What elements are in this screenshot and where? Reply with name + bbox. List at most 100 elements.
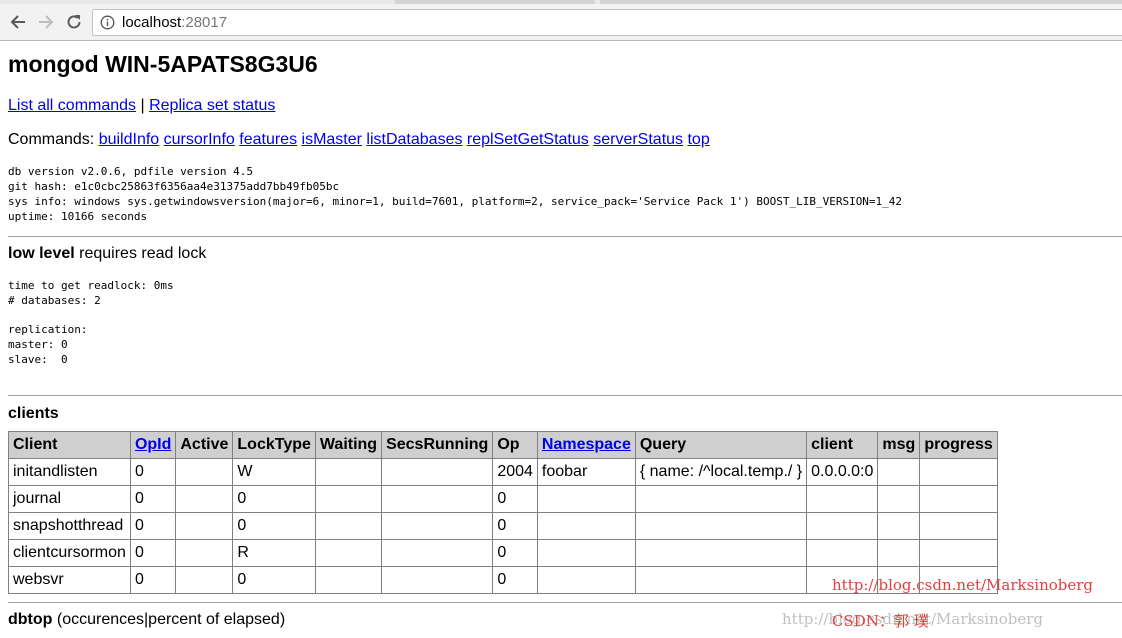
table-header-row: Client OpId Active LockType Waiting SecsRunni… (8, 431, 998, 459)
list-all-commands-link[interactable]: List all commands (8, 97, 136, 114)
table-cell: journal (8, 485, 131, 513)
low-level-bold: low level (8, 245, 75, 262)
table-cell: 0 (492, 485, 538, 513)
table-cell: clientcursormon (8, 539, 131, 567)
column-header[interactable]: Namespace (536, 431, 636, 459)
commands-line: Commands: buildInfo cursorInfo features … (8, 131, 710, 149)
low-level-heading: low level requires read lock (8, 245, 206, 263)
clients-heading: clients (8, 405, 59, 422)
command-link-cursorinfo[interactable]: cursorInfo (164, 131, 235, 148)
forward-button[interactable] (33, 9, 59, 35)
link-separator: | (136, 97, 150, 114)
command-link-features[interactable]: features (239, 131, 297, 148)
lock-line: # databases: 2 (8, 294, 101, 307)
clients-table: Client OpId Active LockType Waiting SecsRunni… (8, 431, 998, 594)
table-cell (381, 512, 494, 540)
table-cell (877, 485, 921, 513)
replica-set-status-link[interactable]: Replica set status (149, 97, 275, 114)
column-header: SecsRunning (381, 431, 494, 459)
command-link-serverstatus[interactable]: serverStatus (593, 131, 683, 148)
table-cell (175, 458, 234, 486)
command-link-listdatabases[interactable]: listDatabases (366, 131, 462, 148)
table-cell (175, 512, 234, 540)
table-cell: 0 (232, 485, 316, 513)
replication-line: replication: (8, 323, 88, 336)
table-cell (877, 539, 921, 567)
table-row: clientcursormon 0 R 0 (8, 539, 998, 567)
table-cell: { name: /^local.temp./ } (634, 458, 808, 486)
table-body: initandlisten 0 W 2004 foobar{ name: /^local… (8, 458, 998, 594)
replication-line: master: 0 (8, 338, 68, 351)
table-cell (314, 458, 383, 486)
table-cell: foobar (536, 458, 636, 486)
commands-label: Commands: (8, 131, 99, 148)
address-bar[interactable]: localhost:28017 (92, 9, 1122, 36)
reload-icon (67, 15, 81, 29)
dbtop-heading: dbtop (occurences|percent of elapsed) (8, 611, 285, 629)
column-header: client (806, 431, 879, 459)
table-cell: 0 (492, 566, 538, 594)
command-link-ismaster[interactable]: isMaster (302, 131, 362, 148)
table-cell (536, 566, 636, 594)
info-line: git hash: e1c0cbc25863f6356aa4e31375add7… (8, 180, 340, 193)
table-cell: initandlisten (8, 458, 131, 486)
column-header: Waiting (314, 431, 383, 459)
divider (8, 236, 1122, 237)
info-line: db version v2.0.6, pdfile version 4.5 (8, 165, 254, 178)
info-icon[interactable] (100, 15, 115, 30)
table-cell (919, 512, 998, 540)
table-cell (877, 458, 921, 486)
column-header[interactable]: OpId (129, 431, 177, 459)
table-cell (381, 566, 494, 594)
table-cell: websvr (8, 566, 131, 594)
replication-line: slave: 0 (8, 353, 68, 366)
low-level-rest: requires read lock (74, 245, 207, 262)
table-cell (314, 485, 383, 513)
table-cell (634, 566, 808, 594)
column-header: LockType (232, 431, 316, 459)
lock-line: time to get readlock: 0ms (8, 279, 174, 292)
arrow-left-icon (10, 15, 25, 29)
table-cell (634, 512, 808, 540)
column-sort-link[interactable]: Namespace (542, 436, 631, 453)
info-line: sys info: windows sys.getwindowsversion(… (8, 195, 903, 208)
table-row: snapshotthread 0 0 0 (8, 512, 998, 540)
table-cell (877, 512, 921, 540)
top-links: List all commands | Replica set status (8, 97, 275, 115)
watermark-author: CSDN：郭 璞 (832, 612, 929, 630)
url-host: localhost (122, 14, 182, 31)
table-cell: 0.0.0.0:0 (806, 458, 879, 486)
table-cell (536, 485, 636, 513)
table-cell (634, 539, 808, 567)
reload-button[interactable] (61, 9, 87, 35)
command-link-buildinfo[interactable]: buildInfo (99, 131, 160, 148)
table-cell (381, 458, 494, 486)
watermark-url: http://blog.csdn.net/Marksinoberg (832, 576, 1094, 594)
table-cell: 0 (129, 458, 177, 486)
table-cell: 0 (492, 539, 538, 567)
table-cell (175, 566, 234, 594)
command-link-top[interactable]: top (687, 131, 709, 148)
back-button[interactable] (5, 9, 31, 35)
table-cell (806, 512, 879, 540)
table-cell (314, 566, 383, 594)
table-cell (381, 539, 494, 567)
page-title: mongod WIN-5APATS8G3U6 (8, 51, 318, 77)
table-cell: 0 (129, 512, 177, 540)
table-cell (314, 512, 383, 540)
table-cell: R (232, 539, 316, 567)
arrow-right-icon (39, 15, 54, 29)
table-cell (919, 458, 998, 486)
browser-toolbar: localhost:28017 (0, 4, 1122, 41)
command-link-replsetgetstatus[interactable]: replSetGetStatus (467, 131, 589, 148)
table-cell (175, 539, 234, 567)
url-text[interactable]: localhost:28017 (122, 14, 227, 31)
divider (8, 602, 1122, 603)
column-header: msg (877, 431, 921, 459)
column-header: progress (919, 431, 998, 459)
table-cell: 0 (232, 512, 316, 540)
table-cell: 0 (129, 566, 177, 594)
table-cell (919, 485, 998, 513)
column-header: Op (492, 431, 538, 459)
column-sort-link[interactable]: OpId (135, 436, 171, 453)
